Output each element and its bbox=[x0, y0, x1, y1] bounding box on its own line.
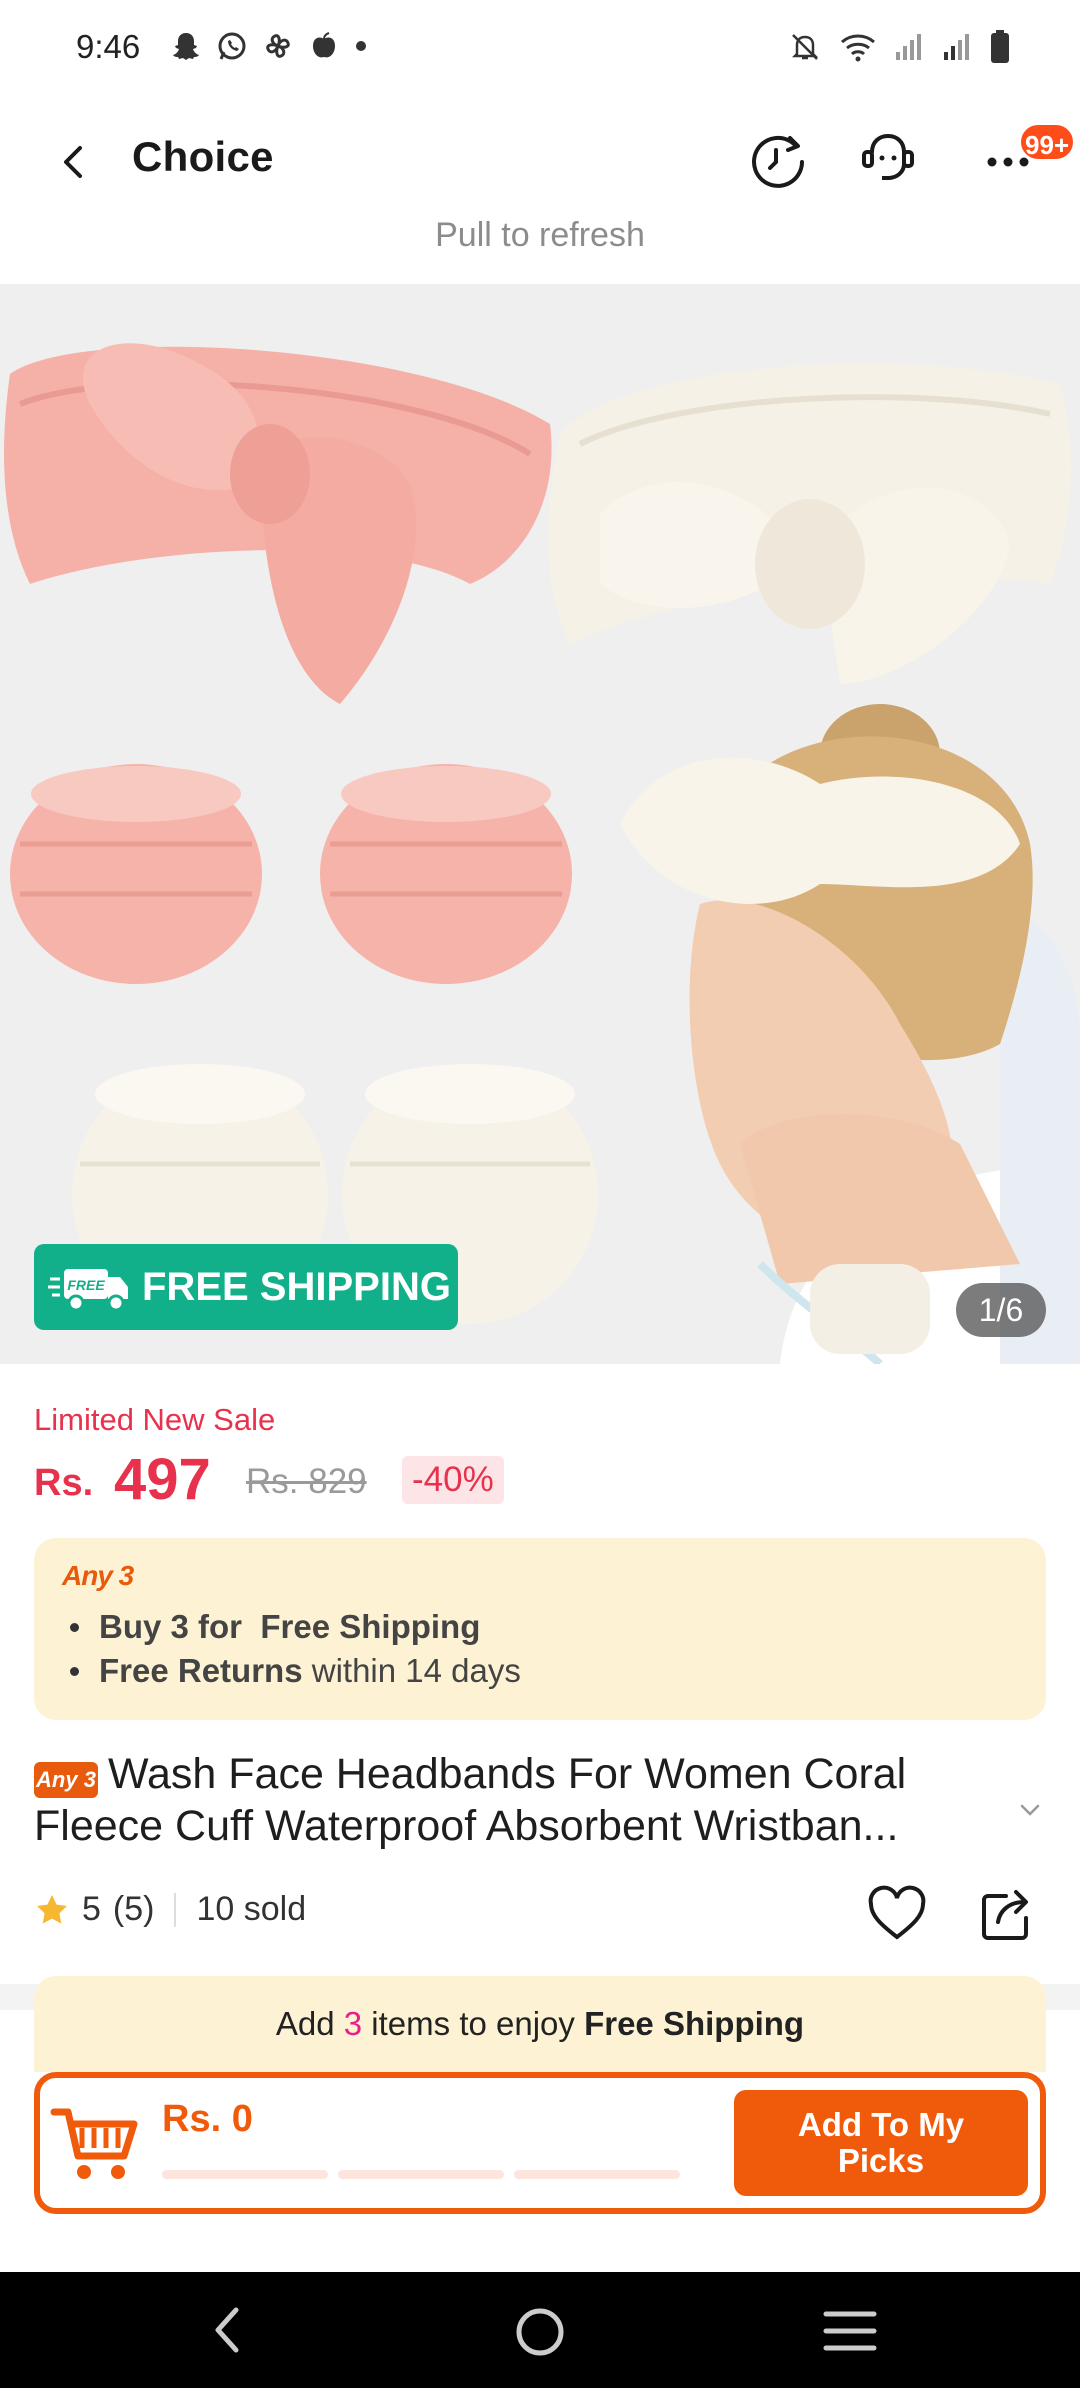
star-icon bbox=[37, 1894, 67, 1924]
banner-count: 3 bbox=[343, 2005, 363, 2042]
promo-line-shipping-text: Buy 3 for Free Shipping bbox=[99, 1608, 481, 1645]
product-photo bbox=[0, 284, 1080, 1364]
promo-returns-bold: Free Returns bbox=[99, 1652, 303, 1689]
chevron-down-icon[interactable] bbox=[1010, 1790, 1050, 1830]
promo-line-shipping: Buy 3 for Free Shipping bbox=[70, 1608, 480, 1646]
pull-to-refresh-text: Pull to refresh bbox=[435, 216, 645, 254]
image-page-indicator: 1/6 bbox=[956, 1283, 1046, 1337]
progress-segment-3 bbox=[514, 2170, 680, 2179]
any3-tag: Any 3 bbox=[34, 1762, 98, 1798]
banner-text-pre: Add bbox=[275, 2005, 344, 2042]
sold-count: 10 sold bbox=[196, 1890, 307, 1928]
pinwheel-icon bbox=[266, 34, 290, 58]
nav-recents-icon[interactable] bbox=[822, 2306, 878, 2356]
system-icons bbox=[788, 30, 1010, 64]
progress-segment-2 bbox=[338, 2170, 504, 2179]
current-price: 497 bbox=[114, 1447, 211, 1512]
free-shipping-badge: FREE FREE SHIPPING bbox=[34, 1244, 458, 1330]
notification-icons bbox=[170, 30, 368, 62]
status-time: 9:46 bbox=[76, 28, 141, 65]
rating-value: 5 bbox=[82, 1890, 101, 1928]
whatsapp-icon bbox=[218, 32, 246, 60]
system-navigation-bar bbox=[0, 2272, 1080, 2388]
cart-total: Rs. 0 bbox=[162, 2098, 253, 2140]
product-title[interactable]: Wash Face Headbands For Women Coral Flee… bbox=[34, 1748, 984, 1852]
nav-back-icon[interactable] bbox=[206, 2302, 250, 2358]
delivery-truck-icon: FREE bbox=[48, 1269, 128, 1312]
rating-row[interactable]: 5 (5) 10 sold bbox=[34, 1890, 306, 1929]
apple-icon bbox=[313, 32, 335, 58]
wifi-icon bbox=[841, 34, 875, 62]
review-count: (5) bbox=[112, 1890, 155, 1928]
signal-icon bbox=[944, 34, 969, 60]
progress-segment-1 bbox=[162, 2170, 328, 2179]
sale-label: Limited New Sale bbox=[34, 1402, 276, 1437]
back-arrow-icon[interactable] bbox=[52, 140, 96, 184]
banner-text-bold: Free Shipping bbox=[584, 2005, 805, 2042]
promo-returns-rest: within 14 days bbox=[302, 1652, 521, 1689]
nav-home-icon[interactable] bbox=[512, 2304, 568, 2360]
promo-title: Any 3 bbox=[62, 1560, 134, 1591]
discount-badge: -40% bbox=[402, 1456, 504, 1504]
notification-badge: 99+ bbox=[1018, 122, 1077, 162]
add-to-my-picks-label: Add To My Picks bbox=[797, 2106, 965, 2179]
add-to-my-picks-button[interactable]: Add To My Picks bbox=[734, 2090, 1028, 2196]
shopping-cart-icon bbox=[50, 2108, 138, 2179]
share-icon[interactable] bbox=[976, 1884, 1038, 1946]
free-tag-text: FREE bbox=[67, 1277, 105, 1293]
refresh-history-icon[interactable] bbox=[746, 128, 810, 192]
price-currency: Rs. bbox=[34, 1462, 94, 1504]
status-bar: 9:46 bbox=[0, 0, 1080, 98]
free-shipping-progress-banner: Add 3 items to enjoy Free Shipping bbox=[34, 1976, 1046, 2072]
product-image-carousel[interactable] bbox=[0, 284, 1080, 1364]
bell-off-icon bbox=[791, 34, 819, 60]
customer-service-icon[interactable] bbox=[856, 128, 920, 192]
snapchat-icon bbox=[173, 33, 199, 60]
battery-icon bbox=[991, 30, 1009, 63]
heart-icon[interactable] bbox=[866, 1884, 928, 1946]
signal-icon bbox=[896, 34, 921, 60]
promo-line-returns: Free Returns within 14 days bbox=[70, 1652, 521, 1690]
banner-text-mid: items to enjoy bbox=[362, 2005, 585, 2042]
dot-icon bbox=[356, 41, 366, 51]
original-price: Rs. 829 bbox=[246, 1462, 367, 1501]
free-shipping-label: FREE SHIPPING bbox=[142, 1264, 451, 1309]
page-title: Choice bbox=[132, 133, 274, 180]
